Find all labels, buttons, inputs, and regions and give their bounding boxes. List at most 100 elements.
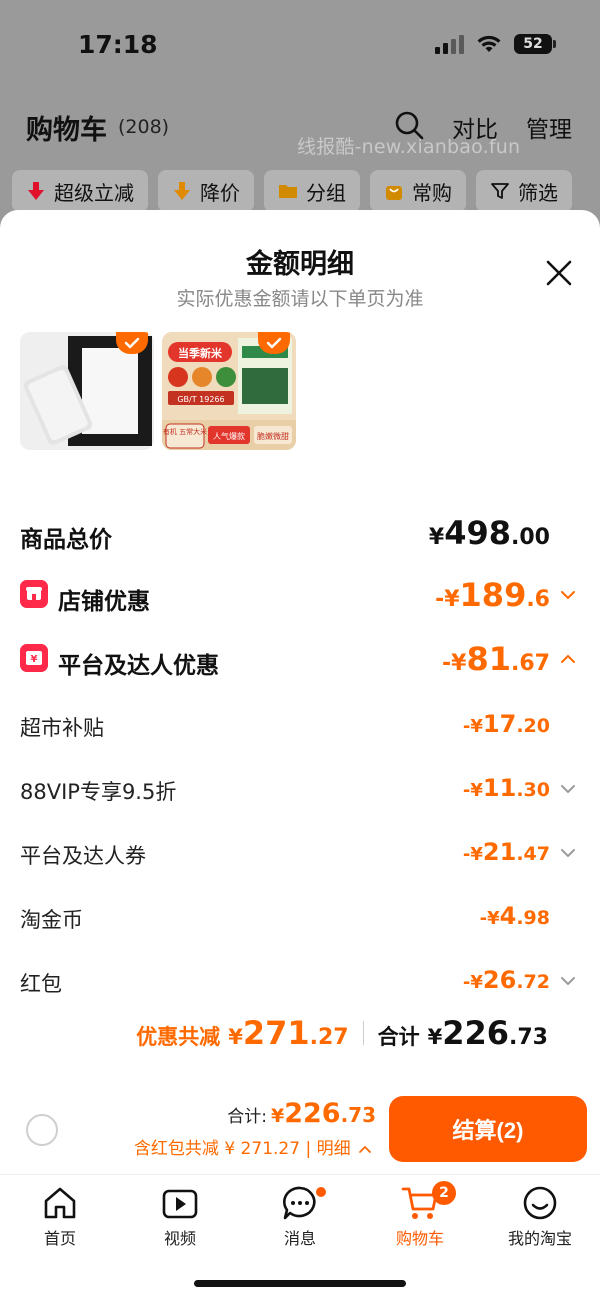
row-label: 店铺优惠 bbox=[58, 589, 150, 615]
summary-total-label: 合计 bbox=[377, 1025, 420, 1049]
amount-int: 81 bbox=[466, 640, 512, 678]
message-icon bbox=[283, 1186, 316, 1220]
amount-dec: .30 bbox=[516, 779, 550, 801]
tab-profile[interactable]: 我的淘宝 bbox=[480, 1185, 600, 1249]
amount-int: 11 bbox=[482, 774, 517, 802]
row-label: 平台及达人券 bbox=[20, 844, 146, 868]
tab-label: 首页 bbox=[43, 1229, 76, 1248]
signal-icon bbox=[435, 34, 464, 54]
filter-chip-label: 分组 bbox=[306, 180, 346, 205]
amount-dec: .20 bbox=[516, 715, 550, 737]
filter-chip-label: 超级立减 bbox=[54, 180, 134, 205]
row-store-discount[interactable]: 店铺优惠 -¥189.6 bbox=[20, 576, 580, 616]
amount-dec: .72 bbox=[516, 971, 550, 993]
amount-dec: .67 bbox=[511, 651, 550, 676]
row-amount: -¥26.72 bbox=[463, 966, 550, 994]
row-label: 88VIP专享9.5折 bbox=[20, 780, 177, 804]
bag-icon bbox=[386, 186, 402, 200]
tab-cart[interactable]: 2 购物车 bbox=[360, 1181, 480, 1249]
row-label: 超市补贴 bbox=[20, 716, 104, 740]
tab-home[interactable]: 首页 bbox=[0, 1185, 120, 1249]
home-icon bbox=[44, 1187, 76, 1219]
row-amount: -¥11.30 bbox=[463, 774, 550, 802]
manage-button[interactable]: 管理 bbox=[526, 110, 572, 144]
divider bbox=[362, 1021, 364, 1045]
filter-chips: 超级立减 降价 分组 常购 筛选 bbox=[12, 170, 572, 212]
checkout-total-label: 合计: bbox=[227, 1107, 267, 1127]
sheet-subtitle: 实际优惠金额请以下单页为准 bbox=[176, 288, 424, 310]
coupon-icon: ¥ bbox=[20, 644, 48, 672]
amount-int: 17 bbox=[482, 710, 517, 738]
row-amount: -¥4.98 bbox=[480, 902, 550, 930]
rice-label-season: 当季新米 bbox=[178, 346, 223, 360]
amount-dec: .73 bbox=[509, 1025, 548, 1050]
filter-chip-label: 筛选 bbox=[518, 180, 558, 205]
checkout-total-amount: ¥226.73 bbox=[271, 1098, 376, 1129]
filter-chip-price-drop[interactable]: 降价 bbox=[158, 170, 254, 212]
orange-down-arrow-icon bbox=[174, 182, 190, 200]
row-amount: -¥21.47 bbox=[463, 838, 550, 866]
currency-symbol: -¥ bbox=[442, 651, 467, 676]
cart-header: 购物车 (208) 线报酷-new.xianbao.fun 对比 管理 bbox=[0, 104, 600, 158]
cart-badge: 2 bbox=[432, 1181, 456, 1205]
notification-dot bbox=[316, 1187, 326, 1197]
product-thumbnail-frame[interactable] bbox=[20, 332, 154, 450]
checkout-bar: 合计: ¥226.73 含红包共减 ¥ 271.27 | 明细 结算(2) bbox=[0, 1084, 600, 1174]
video-icon bbox=[162, 1189, 198, 1219]
filter-chip-super-discount[interactable]: 超级立减 bbox=[12, 170, 148, 212]
close-icon[interactable] bbox=[544, 258, 574, 288]
cart-item-count: (208) bbox=[118, 116, 170, 138]
checkout-button[interactable]: 结算(2) bbox=[389, 1096, 587, 1162]
row-total-price: 商品总价 ¥498.00 bbox=[20, 514, 580, 554]
row-amount: -¥17.20 bbox=[463, 710, 550, 738]
tab-messages[interactable]: 消息 bbox=[240, 1185, 360, 1249]
row-88vip-discount[interactable]: 88VIP专享9.5折 -¥11.30 bbox=[20, 770, 580, 810]
product-thumbnail-rice[interactable]: 当季新米 GB/T 19266 有机 五常大米 人气爆款 脆嫩微甜 bbox=[162, 332, 296, 450]
row-amount: -¥189.6 bbox=[435, 576, 550, 614]
filter-button[interactable]: 筛选 bbox=[476, 170, 572, 212]
row-amount: -¥81.67 bbox=[442, 640, 550, 678]
sheet-title: 金额明细 bbox=[246, 249, 354, 280]
rice-label-hot: 人气爆款 bbox=[213, 431, 245, 441]
amount-dec: .73 bbox=[340, 1103, 376, 1127]
row-amount: ¥498.00 bbox=[429, 514, 550, 552]
select-all-radio[interactable] bbox=[26, 1114, 58, 1146]
tab-label: 消息 bbox=[283, 1229, 316, 1248]
amount-dec: .00 bbox=[511, 525, 550, 550]
page-title: 购物车 bbox=[26, 115, 107, 146]
amount-int: 226 bbox=[442, 1014, 510, 1052]
checkout-total: 合计: ¥226.73 bbox=[227, 1098, 376, 1129]
amount-dec: .98 bbox=[516, 907, 550, 929]
status-time: 17:18 bbox=[78, 30, 158, 59]
amount-int: 189 bbox=[459, 576, 527, 614]
row-label: 商品总价 bbox=[20, 527, 112, 553]
currency-symbol: ¥ bbox=[228, 1025, 243, 1049]
row-platform-coupon[interactable]: 平台及达人券 -¥21.47 bbox=[20, 834, 580, 874]
status-bar: 17:18 52 bbox=[0, 28, 600, 62]
detail-toggle[interactable]: 含红包共减 ¥ 271.27 | 明细 bbox=[134, 1134, 372, 1159]
amount-int: 498 bbox=[444, 514, 512, 552]
folder-icon bbox=[279, 185, 297, 198]
filter-chip-frequent[interactable]: 常购 bbox=[370, 170, 466, 212]
row-label: 红包 bbox=[20, 972, 62, 996]
summary-discount-amount: ¥271.27 bbox=[228, 1014, 348, 1052]
currency-symbol: ¥ bbox=[270, 1105, 285, 1127]
rice-label-taste: 脆嫩微甜 bbox=[257, 431, 289, 441]
amount-dec: .27 bbox=[309, 1025, 349, 1050]
home-indicator bbox=[194, 1280, 406, 1287]
search-icon[interactable] bbox=[394, 110, 424, 140]
tab-video[interactable]: 视频 bbox=[120, 1185, 240, 1249]
amount-int: 271 bbox=[242, 1014, 310, 1052]
battery-icon: 52 bbox=[514, 34, 556, 54]
row-red-packet[interactable]: 红包 -¥26.72 bbox=[20, 962, 580, 1002]
chevron-up-icon bbox=[359, 1145, 371, 1153]
row-supermarket-subsidy: 超市补贴 -¥17.20 bbox=[20, 706, 580, 746]
currency-symbol: -¥ bbox=[462, 716, 483, 737]
discount-summary: 优惠共减 ¥271.27 合计 ¥226.73 bbox=[136, 1014, 548, 1052]
row-platform-discount[interactable]: ¥ 平台及达人优惠 -¥81.67 bbox=[20, 640, 580, 680]
filter-chip-group[interactable]: 分组 bbox=[264, 170, 360, 212]
currency-symbol: ¥ bbox=[427, 1025, 443, 1049]
compare-button[interactable]: 对比 bbox=[452, 110, 498, 144]
amount-int: 4 bbox=[499, 902, 517, 930]
amount-dec: .6 bbox=[526, 587, 550, 612]
